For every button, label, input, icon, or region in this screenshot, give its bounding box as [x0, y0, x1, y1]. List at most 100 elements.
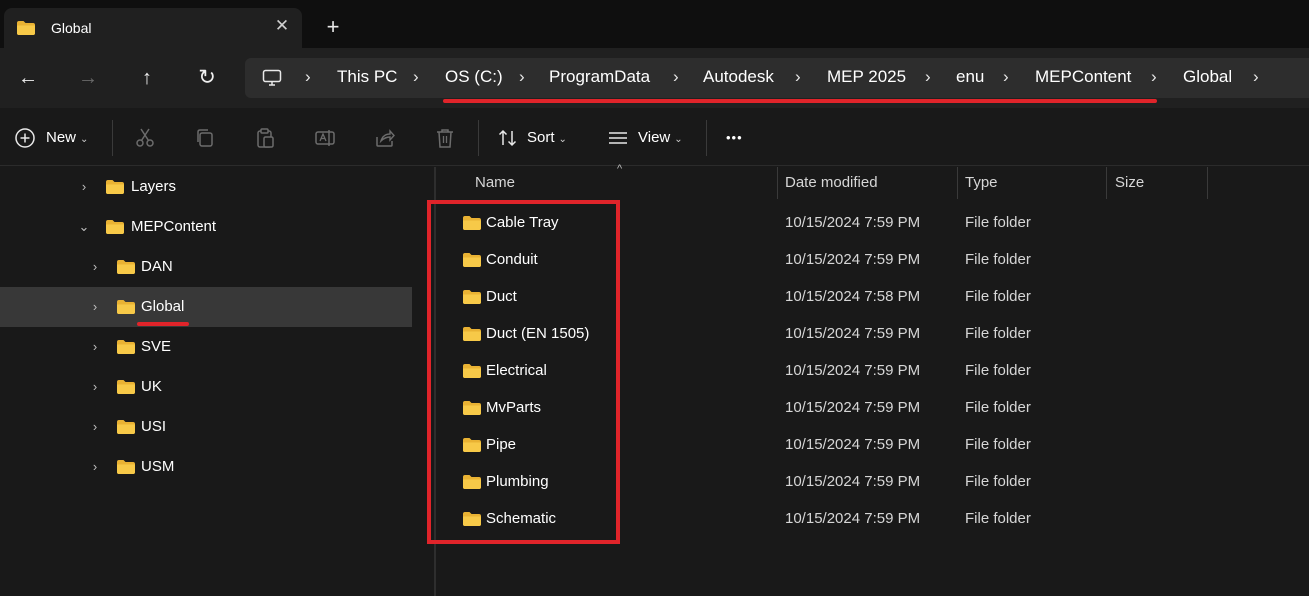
view-label: View	[638, 129, 671, 146]
new-tab-button[interactable]: +	[322, 16, 344, 38]
close-tab-icon[interactable]: ✕	[272, 16, 292, 36]
folder-icon	[105, 219, 125, 235]
column-divider[interactable]	[957, 167, 958, 199]
file-type: File folder	[965, 510, 1031, 527]
folder-icon	[16, 20, 36, 36]
highlight-underline-address	[443, 99, 1157, 103]
breadcrumb-separator-icon[interactable]: ›	[305, 67, 311, 87]
share-icon[interactable]	[374, 127, 396, 149]
file-date: 10/15/2024 7:59 PM	[785, 325, 921, 342]
column-divider[interactable]	[777, 167, 778, 199]
sidebar-item-label: DAN	[141, 258, 173, 275]
column-header-type[interactable]: Type	[965, 167, 998, 199]
navigation-pane: › Layers ⌄ MEPContent › DAN › Global › S…	[0, 167, 412, 596]
chevron-right-icon[interactable]: ›	[76, 178, 92, 196]
tab-global[interactable]: Global ✕	[4, 8, 302, 48]
folder-icon	[116, 339, 136, 355]
chevron-right-icon[interactable]: ›	[87, 378, 103, 396]
breadcrumb-separator-icon[interactable]: ›	[1003, 67, 1009, 87]
sort-ascending-icon: ^	[617, 163, 623, 175]
sidebar-item-sve[interactable]: › SVE	[0, 327, 412, 367]
this-pc-icon[interactable]	[262, 69, 282, 86]
title-tab-bar: Global ✕ +	[0, 0, 1309, 48]
sidebar-item-mepcontent[interactable]: ⌄ MEPContent	[0, 207, 412, 247]
more-options-icon[interactable]: •••	[726, 126, 743, 150]
forward-button[interactable]: →	[74, 66, 102, 90]
view-icon[interactable]	[607, 127, 629, 149]
breadcrumb-os-c[interactable]: OS (C:)	[445, 67, 503, 87]
chevron-right-icon[interactable]: ›	[87, 258, 103, 276]
divider	[478, 120, 479, 156]
chevron-down-icon[interactable]: ⌄	[76, 218, 92, 236]
sidebar-item-global[interactable]: › Global	[0, 287, 412, 327]
folder-icon	[116, 419, 136, 435]
sort-icon[interactable]	[497, 127, 519, 149]
chevron-right-icon[interactable]: ›	[87, 338, 103, 356]
breadcrumb-this-pc[interactable]: This PC	[337, 67, 397, 87]
breadcrumb-separator-icon[interactable]: ›	[673, 67, 679, 87]
new-label: New	[46, 129, 77, 146]
delete-icon[interactable]	[434, 127, 456, 149]
column-header-size[interactable]: Size	[1115, 167, 1144, 199]
chevron-down-icon: ⌄	[80, 134, 89, 145]
new-plus-icon[interactable]	[14, 127, 36, 149]
sidebar-item-uk[interactable]: › UK	[0, 367, 412, 407]
sidebar-item-label: SVE	[141, 338, 172, 355]
breadcrumb-global[interactable]: Global	[1183, 67, 1232, 87]
highlight-box-folders	[427, 200, 620, 544]
sort-label: Sort	[527, 129, 555, 146]
back-button[interactable]: ←	[14, 66, 42, 90]
folder-icon	[116, 459, 136, 475]
column-divider[interactable]	[1207, 167, 1208, 199]
sidebar-item-layers[interactable]: › Layers	[0, 167, 412, 207]
breadcrumb-mep-2025[interactable]: MEP 2025	[827, 67, 906, 87]
column-header-name[interactable]: Name	[475, 167, 515, 199]
new-button[interactable]: New ⌄	[46, 126, 88, 150]
folder-icon	[116, 299, 136, 315]
column-header-date[interactable]: Date modified	[785, 167, 878, 199]
address-bar[interactable]: › This PC › OS (C:) › ProgramData › Auto…	[245, 58, 1309, 98]
file-type: File folder	[965, 473, 1031, 490]
divider	[706, 120, 707, 156]
chevron-right-icon[interactable]: ›	[87, 458, 103, 476]
sidebar-item-label: USI	[141, 418, 167, 435]
breadcrumb-separator-icon[interactable]: ›	[795, 67, 801, 87]
breadcrumb-autodesk[interactable]: Autodesk	[703, 67, 774, 87]
cut-icon[interactable]	[134, 127, 156, 149]
chevron-right-icon[interactable]: ›	[87, 418, 103, 436]
sidebar-item-usm[interactable]: › USM	[0, 447, 412, 487]
sidebar-item-dan[interactable]: › DAN	[0, 247, 412, 287]
breadcrumb-separator-icon[interactable]: ›	[519, 67, 525, 87]
breadcrumb-separator-icon[interactable]: ›	[1253, 67, 1259, 87]
highlight-underline-global	[137, 322, 189, 326]
file-date: 10/15/2024 7:59 PM	[785, 436, 921, 453]
file-type: File folder	[965, 214, 1031, 231]
sort-button[interactable]: Sort ⌄	[527, 126, 567, 150]
breadcrumb-separator-icon[interactable]: ›	[925, 67, 931, 87]
folder-icon	[116, 259, 136, 275]
sidebar-item-label: Global	[141, 298, 185, 315]
rename-icon[interactable]	[314, 127, 336, 149]
breadcrumb-mepcontent[interactable]: MEPContent	[1035, 67, 1131, 87]
file-date: 10/15/2024 7:59 PM	[785, 473, 921, 490]
breadcrumb-separator-icon[interactable]: ›	[1151, 67, 1157, 87]
refresh-button[interactable]: ↻	[193, 66, 221, 90]
up-button[interactable]: ↑	[133, 66, 161, 90]
breadcrumb-programdata[interactable]: ProgramData	[549, 67, 650, 87]
file-date: 10/15/2024 7:58 PM	[785, 288, 921, 305]
sidebar-item-usi[interactable]: › USI	[0, 407, 412, 447]
breadcrumb-separator-icon[interactable]: ›	[413, 67, 419, 87]
breadcrumb-enu[interactable]: enu	[956, 67, 984, 87]
copy-icon[interactable]	[194, 127, 216, 149]
view-button[interactable]: View ⌄	[638, 126, 683, 150]
file-type: File folder	[965, 325, 1031, 342]
folder-icon	[105, 179, 125, 195]
sidebar-item-label: UK	[141, 378, 162, 395]
chevron-right-icon[interactable]: ›	[87, 298, 103, 316]
folder-icon	[116, 379, 136, 395]
paste-icon[interactable]	[254, 127, 276, 149]
file-type: File folder	[965, 288, 1031, 305]
chevron-down-icon: ⌄	[674, 134, 683, 145]
column-divider[interactable]	[1106, 167, 1107, 199]
file-type: File folder	[965, 399, 1031, 416]
